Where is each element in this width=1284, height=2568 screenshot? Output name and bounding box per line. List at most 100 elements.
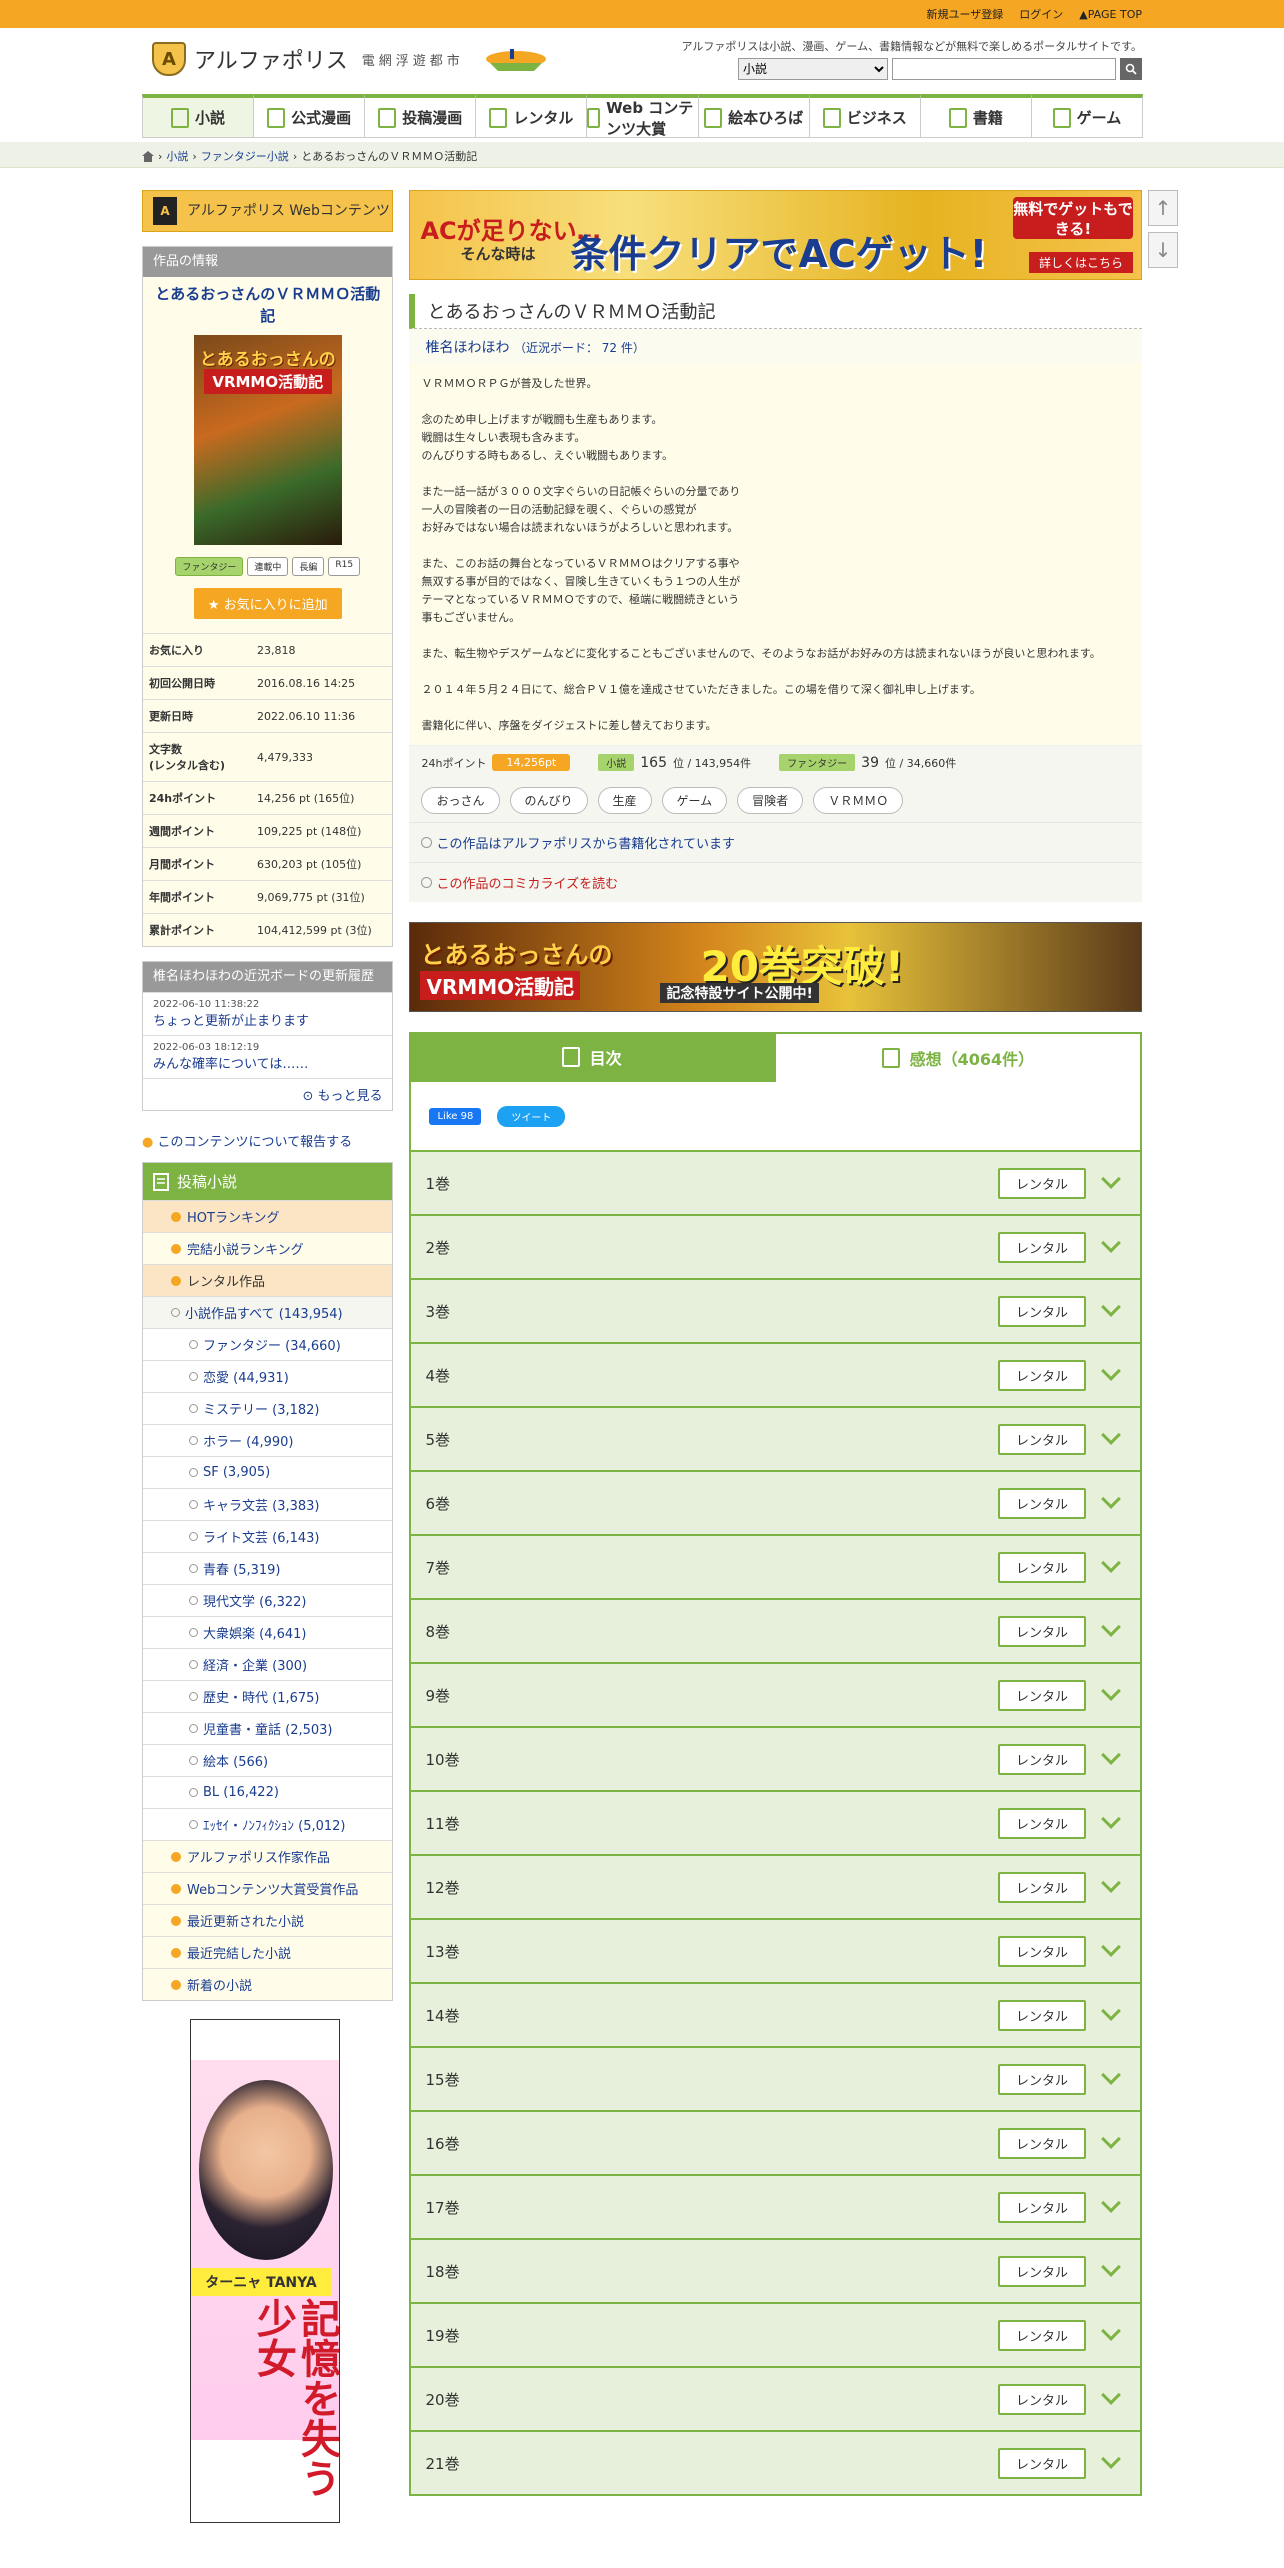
volume-row[interactable]: 18巻 レンタル: [409, 2240, 1142, 2304]
author-link[interactable]: 椎名ほわほわ: [425, 340, 509, 356]
rental-button[interactable]: レンタル: [997, 1231, 1086, 1263]
rental-button[interactable]: レンタル: [997, 1359, 1086, 1391]
rental-button[interactable]: レンタル: [997, 2127, 1086, 2159]
volume-row[interactable]: 6巻 レンタル: [409, 1472, 1142, 1536]
facebook-like-button[interactable]: Like 98: [429, 1107, 482, 1125]
tweet-button[interactable]: ツイート: [497, 1105, 566, 1127]
chevron-down-icon[interactable]: [1101, 1681, 1121, 1701]
chevron-down-icon[interactable]: [1101, 2449, 1121, 2469]
chevron-down-icon[interactable]: [1101, 2065, 1121, 2085]
category-item[interactable]: 児童書・童話 (2,503): [143, 1712, 393, 1744]
volume-row[interactable]: 8巻 レンタル: [409, 1600, 1142, 1664]
volume-row[interactable]: 20巻 レンタル: [409, 2368, 1142, 2432]
chevron-down-icon[interactable]: [1101, 1617, 1121, 1637]
scroll-up-button[interactable]: ↑: [1148, 190, 1178, 226]
category-item[interactable]: ホラー (4,990): [143, 1424, 393, 1456]
rental-button[interactable]: レンタル: [997, 1743, 1086, 1775]
category-item[interactable]: HOTランキング: [143, 1200, 393, 1232]
register-link[interactable]: 新規ユーザ登録: [927, 6, 1004, 22]
volume-row[interactable]: 4巻 レンタル: [409, 1344, 1142, 1408]
pagetop-link[interactable]: ▲PAGE TOP: [1079, 8, 1142, 21]
rental-button[interactable]: レンタル: [997, 1295, 1086, 1327]
category-item[interactable]: ライト文芸 (6,143): [143, 1520, 393, 1552]
chevron-down-icon[interactable]: [1101, 1873, 1121, 1893]
rental-button[interactable]: レンタル: [997, 1807, 1086, 1839]
category-item[interactable]: 小説作品すべて (143,954): [143, 1296, 393, 1328]
rental-button[interactable]: レンタル: [997, 1551, 1086, 1583]
nav-item-1[interactable]: 公式漫画: [253, 94, 366, 138]
work-tag[interactable]: 連載中: [247, 557, 289, 576]
search-input[interactable]: [892, 58, 1116, 80]
volume-row[interactable]: 1巻 レンタル: [409, 1152, 1142, 1216]
volume-row[interactable]: 12巻 レンタル: [409, 1856, 1142, 1920]
volume-row[interactable]: 2巻 レンタル: [409, 1216, 1142, 1280]
web-content-badge[interactable]: A アルファポリス Webコンテンツ: [142, 190, 394, 232]
add-favorite-button[interactable]: ★ お気に入りに追加: [193, 588, 342, 619]
volume-row[interactable]: 16巻 レンタル: [409, 2112, 1142, 2176]
chevron-down-icon[interactable]: [1101, 1489, 1121, 1509]
volume-row[interactable]: 17巻 レンタル: [409, 2176, 1142, 2240]
category-item[interactable]: アルファポリス作家作品: [143, 1840, 393, 1872]
category-item[interactable]: 最近完結した小説: [143, 1936, 393, 1968]
category-item[interactable]: レンタル作品: [143, 1264, 393, 1296]
rental-button[interactable]: レンタル: [997, 2383, 1086, 2415]
board-item[interactable]: 2022-06-10 11:38:22 ちょっと更新が止まります: [143, 992, 393, 1035]
keyword-tag[interactable]: おっさん: [421, 787, 500, 814]
nav-item-8[interactable]: ゲーム: [1030, 94, 1143, 138]
volume20-banner[interactable]: とあるおっさんの VRMMO活動記 20巻突破! 記念特設サイト公開中!: [409, 922, 1142, 1012]
category-item[interactable]: 大衆娯楽 (4,641): [143, 1616, 393, 1648]
category-item[interactable]: 完結小説ランキング: [143, 1232, 393, 1264]
rental-button[interactable]: レンタル: [997, 2319, 1086, 2351]
category-item[interactable]: 歴史・時代 (1,675): [143, 1680, 393, 1712]
chevron-down-icon[interactable]: [1101, 2257, 1121, 2277]
comic-link[interactable]: この作品のコミカライズを読む: [409, 862, 1142, 902]
nav-item-7[interactable]: 書籍: [919, 94, 1032, 138]
chevron-down-icon[interactable]: [1101, 1297, 1121, 1317]
chevron-down-icon[interactable]: [1101, 2321, 1121, 2341]
tab-reviews[interactable]: 感想（4064件）: [773, 1032, 1143, 1082]
category-item[interactable]: キャラ文芸 (3,383): [143, 1488, 393, 1520]
chevron-down-icon[interactable]: [1101, 1425, 1121, 1445]
rental-button[interactable]: レンタル: [997, 1935, 1086, 1967]
category-item[interactable]: ｴｯｾｲ・ﾉﾝﾌｨｸｼｮﾝ (5,012): [143, 1808, 393, 1840]
site-logo[interactable]: A アルファポリス 電網浮遊都市: [152, 42, 552, 76]
category-item[interactable]: 現代文学 (6,322): [143, 1584, 393, 1616]
rental-button[interactable]: レンタル: [997, 1871, 1086, 1903]
keyword-tag[interactable]: 冒険者: [737, 787, 804, 814]
volume-row[interactable]: 15巻 レンタル: [409, 2048, 1142, 2112]
rental-button[interactable]: レンタル: [997, 2255, 1086, 2287]
chevron-down-icon[interactable]: [1101, 1809, 1121, 1829]
book-cover[interactable]: とあるおっさんの VRMMO活動記: [193, 335, 342, 545]
chevron-down-icon[interactable]: [1101, 2193, 1121, 2213]
search-category-select[interactable]: 小説: [738, 58, 888, 80]
volume-row[interactable]: 21巻 レンタル: [409, 2432, 1142, 2496]
tab-toc[interactable]: 目次: [409, 1032, 774, 1082]
chevron-down-icon[interactable]: [1101, 1553, 1121, 1573]
more-link[interactable]: ⊙ もっと見る: [143, 1078, 393, 1110]
category-item[interactable]: 経済・企業 (300): [143, 1648, 393, 1680]
breadcrumb-novel[interactable]: 小説: [166, 148, 188, 164]
chevron-down-icon[interactable]: [1101, 1745, 1121, 1765]
volume-row[interactable]: 7巻 レンタル: [409, 1536, 1142, 1600]
rental-button[interactable]: レンタル: [997, 2063, 1086, 2095]
category-item[interactable]: 恋愛 (44,931): [143, 1360, 393, 1392]
category-item[interactable]: ファンタジー (34,660): [143, 1328, 393, 1360]
work-tag[interactable]: ファンタジー: [175, 557, 244, 576]
breadcrumb-fantasy[interactable]: ファンタジー小説: [201, 148, 289, 164]
search-button[interactable]: [1120, 58, 1142, 80]
volume-row[interactable]: 5巻 レンタル: [409, 1408, 1142, 1472]
report-link[interactable]: ● このコンテンツについて報告する: [142, 1131, 393, 1150]
work-tag[interactable]: R15: [328, 557, 361, 576]
rental-button[interactable]: レンタル: [997, 1615, 1086, 1647]
ac-campaign-banner[interactable]: ACが足りない… そんな時は 条件クリアでACゲット! 無料でゲットもできる! …: [409, 190, 1142, 280]
work-title-side[interactable]: とあるおっさんのＶＲＭＭＯ活動記: [149, 283, 386, 327]
book-link[interactable]: この作品はアルファポリスから書籍化されています: [409, 822, 1142, 862]
volume-row[interactable]: 3巻 レンタル: [409, 1280, 1142, 1344]
nav-item-5[interactable]: 絵本ひろば: [697, 94, 810, 138]
volume-row[interactable]: 11巻 レンタル: [409, 1792, 1142, 1856]
rental-button[interactable]: レンタル: [997, 1679, 1086, 1711]
nav-item-6[interactable]: ビジネス: [808, 94, 921, 138]
author-board-link[interactable]: （近況ボード： 72 件）: [514, 341, 645, 355]
rental-button[interactable]: レンタル: [997, 1167, 1086, 1199]
category-item[interactable]: SF (3,905): [143, 1456, 393, 1488]
